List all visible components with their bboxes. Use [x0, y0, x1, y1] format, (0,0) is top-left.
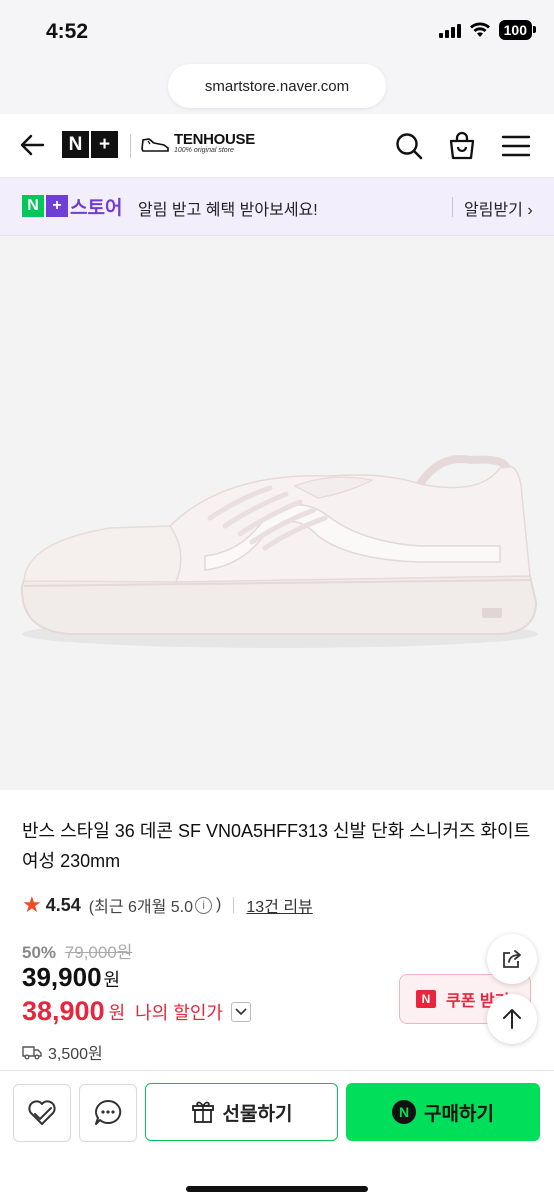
- wifi-icon: [469, 22, 490, 37]
- status-time: 4:52: [46, 20, 89, 43]
- sale-price-value: 39,900: [22, 962, 102, 992]
- nplus-plus: +: [91, 131, 118, 158]
- shopping-bag-icon[interactable]: [446, 130, 478, 162]
- chat-button[interactable]: [79, 1084, 137, 1142]
- sneaker-logo-icon: [141, 138, 169, 152]
- notice-divider: [452, 197, 453, 217]
- gift-icon: [191, 1101, 214, 1123]
- back-arrow-icon[interactable]: [18, 130, 48, 160]
- status-bar: 4:52 100: [0, 0, 554, 62]
- my-price-value: 38,900: [22, 996, 105, 1026]
- naverpay-n-icon: N: [392, 1100, 417, 1124]
- my-price-unit: 원: [108, 1002, 126, 1023]
- star-icon: ★: [22, 892, 42, 917]
- nplus-n: N: [62, 131, 89, 158]
- menu-icon[interactable]: [500, 130, 532, 162]
- buy-label: 구매하기: [424, 1103, 494, 1125]
- nplus-store-plus: +: [46, 195, 68, 217]
- coupon-n-badge: N: [416, 990, 436, 1008]
- product-image[interactable]: [0, 236, 554, 790]
- rating-divider: [233, 897, 235, 913]
- browser-bar: smartstore.naver.com: [0, 62, 554, 114]
- nplus-store-n: N: [22, 195, 44, 217]
- chevron-down-icon[interactable]: [230, 1001, 251, 1022]
- gift-button[interactable]: 선물하기: [145, 1083, 338, 1141]
- original-price: 79,000원: [64, 943, 133, 962]
- chat-bubble-icon: [95, 1099, 122, 1125]
- notification-banner[interactable]: N + 스토어 알림 받고 혜택 받아보세요! 알림받기 ›: [0, 178, 554, 236]
- wishlist-button[interactable]: [13, 1084, 71, 1142]
- share-icon: [503, 950, 521, 968]
- header-divider: [130, 134, 131, 158]
- arrow-up-icon: [503, 1009, 521, 1029]
- sale-price: 39,900 원: [22, 962, 120, 993]
- recent-rating: (최근 6개월 5.0: [88, 899, 194, 916]
- store-header: N + TENHOUSE 100% original store: [0, 114, 554, 178]
- sale-price-unit: 원: [103, 970, 121, 990]
- discount-row: 50% 79,000원: [22, 938, 132, 963]
- status-icons: 100: [438, 20, 537, 40]
- receive-alerts-link[interactable]: 알림받기 ›: [464, 196, 533, 220]
- review-count-link[interactable]: 13건 리뷰: [246, 893, 312, 917]
- nplus-logo[interactable]: N +: [62, 131, 118, 158]
- rating-row: ★ 4.54 (최근 6개월 5.0 i ) 13건 리뷰: [22, 892, 313, 918]
- my-discount-price: 38,900 원 나의 할인가: [22, 996, 251, 1027]
- product-title: 반스 스타일 36 데콘 SF VN0A5HFF313 신발 단화 스니커즈 화…: [22, 821, 531, 871]
- recent-rating-close: ): [216, 896, 222, 913]
- sneaker-image: [20, 455, 538, 648]
- gift-label: 선물하기: [222, 1103, 293, 1125]
- my-price-label: 나의 할인가: [135, 1002, 223, 1023]
- brand-name: TENHOUSE: [174, 131, 255, 148]
- store-label: 스토어: [70, 198, 123, 219]
- nplus-store-logo: N +: [22, 195, 68, 217]
- brand-tagline: 100% original store: [174, 147, 234, 154]
- scroll-top-button[interactable]: [487, 994, 537, 1044]
- discount-percent: 50%: [22, 943, 57, 962]
- rating-score: 4.54: [45, 894, 81, 915]
- bottom-action-bar: 선물하기 N 구매하기: [0, 1070, 554, 1200]
- search-icon[interactable]: [393, 130, 425, 162]
- brand-logo[interactable]: TENHOUSE 100% original store: [140, 132, 255, 154]
- notice-message: 알림 받고 혜택 받아보세요!: [138, 202, 318, 219]
- truck-icon: [22, 1046, 42, 1060]
- url-field[interactable]: smartstore.naver.com: [168, 64, 386, 108]
- home-indicator: [186, 1186, 368, 1192]
- battery-icon: 100: [498, 20, 537, 40]
- info-icon[interactable]: i: [195, 896, 213, 914]
- buy-button[interactable]: N 구매하기: [346, 1083, 540, 1141]
- signal-icon: [438, 22, 461, 38]
- shipping-row: 3,500원: [22, 1040, 103, 1064]
- shipping-fee: 3,500원: [48, 1046, 103, 1063]
- share-button[interactable]: [487, 934, 537, 984]
- heart-icon: [28, 1100, 56, 1125]
